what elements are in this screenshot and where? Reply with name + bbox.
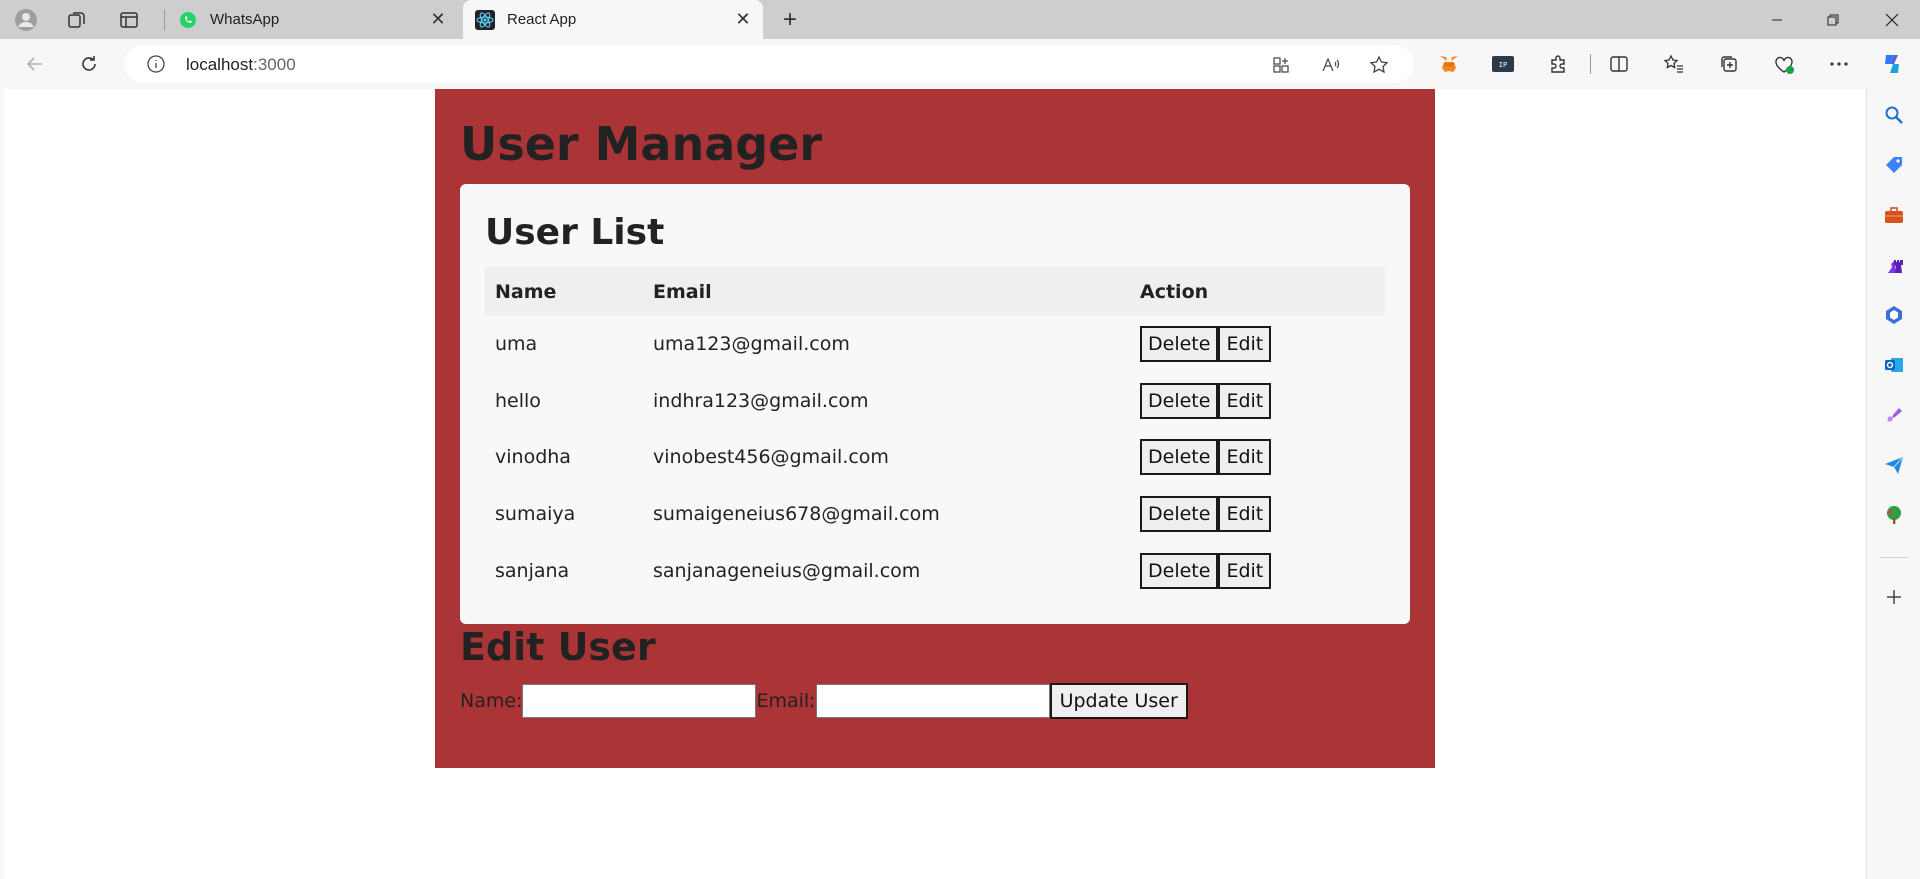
browser-toolbar: localhost:3000 IP (0, 39, 1920, 89)
column-header-email: Email (653, 280, 712, 303)
send-paper-plane-icon[interactable] (1882, 453, 1906, 477)
microsoft-365-icon[interactable] (1882, 303, 1906, 327)
user-name-cell: uma (495, 333, 538, 356)
delete-button[interactable]: Delete (1140, 326, 1219, 363)
address-bar[interactable]: localhost:3000 (124, 45, 1414, 83)
tab-title: WhatsApp (210, 11, 280, 28)
delete-button[interactable]: Delete (1140, 552, 1219, 589)
add-sidebar-app-icon[interactable] (1882, 585, 1906, 609)
minimize-icon[interactable] (1749, 0, 1805, 39)
user-email-cell: sumaigeneius678@gmail.com (653, 503, 940, 526)
address-url: localhost:3000 (186, 55, 296, 74)
extensions-puzzle-icon[interactable] (1545, 51, 1571, 77)
edge-sidebar (1866, 89, 1920, 879)
profile-avatar-icon[interactable] (14, 8, 38, 32)
search-icon[interactable] (1882, 103, 1906, 127)
close-tab-icon[interactable]: ✕ (733, 9, 753, 30)
react-icon (475, 9, 495, 30)
user-email-cell: sanjanageneius@gmail.com (653, 559, 921, 582)
outlook-icon[interactable] (1882, 353, 1906, 377)
edit-user-title: Edit User (460, 625, 656, 669)
user-name-cell: hello (495, 389, 541, 412)
table-row: sumaiya sumaigeneius678@gmail.com Delete… (485, 486, 1385, 543)
site-info-icon[interactable] (146, 54, 166, 74)
table-row: vinodha vinobest456@gmail.com Delete Edit (485, 429, 1385, 486)
user-table: Name Email Action uma uma123@gmail.com D… (485, 267, 1385, 599)
user-name-cell: sumaiya (495, 503, 576, 526)
close-window-icon[interactable] (1864, 0, 1920, 39)
shopping-tag-icon[interactable] (1882, 153, 1906, 177)
tab-title: React App (507, 11, 577, 28)
copilot-icon[interactable] (1879, 51, 1905, 77)
user-action-cell: Delete Edit (1130, 429, 1385, 486)
name-label: Name: (460, 690, 523, 712)
user-name-cell: vinodha (495, 446, 571, 469)
user-email-cell: indhra123@gmail.com (653, 389, 869, 412)
edit-button[interactable]: Edit (1218, 382, 1272, 419)
tab-whatsapp[interactable]: WhatsApp ✕ (166, 0, 458, 39)
vertical-tabs-icon[interactable] (117, 8, 141, 32)
edit-button[interactable]: Edit (1218, 439, 1272, 476)
whatsapp-icon (178, 10, 198, 30)
user-email-cell: vinobest456@gmail.com (653, 446, 889, 469)
new-tab-icon[interactable]: + (776, 6, 804, 34)
more-options-icon[interactable] (1826, 51, 1852, 77)
refresh-icon[interactable] (75, 50, 103, 78)
close-tab-icon[interactable]: ✕ (428, 9, 448, 30)
column-header-action: Action (1140, 280, 1209, 303)
sidebar-separator (1879, 557, 1909, 558)
designer-icon[interactable] (1882, 403, 1906, 427)
tab-react-app[interactable]: React App ✕ (463, 0, 763, 39)
edit-user-form: Name: Email: Update User (460, 683, 1188, 719)
user-action-cell: Delete Edit (1130, 316, 1385, 373)
favorite-star-icon[interactable] (1368, 54, 1390, 76)
table-row: uma uma123@gmail.com Delete Edit (485, 316, 1385, 373)
email-label: Email: (756, 690, 816, 712)
table-row: sanjana sanjanageneius@gmail.com Delete E… (485, 542, 1385, 599)
workspaces-icon[interactable] (65, 8, 89, 32)
user-action-cell: Delete Edit (1130, 542, 1385, 599)
user-list-card: User List Name Email Action uma uma123@g… (460, 184, 1410, 624)
read-aloud-icon[interactable] (1320, 54, 1342, 76)
edit-button[interactable]: Edit (1218, 326, 1272, 363)
delete-button[interactable]: Delete (1140, 496, 1219, 533)
user-action-cell: Delete Edit (1130, 486, 1385, 543)
delete-button[interactable]: Delete (1140, 439, 1219, 476)
tab-strip: WhatsApp ✕ React App ✕ + (0, 0, 1920, 39)
edit-button[interactable]: Edit (1218, 496, 1272, 533)
name-field[interactable] (522, 684, 757, 718)
browser-essentials-icon[interactable] (1771, 51, 1797, 77)
column-header-name: Name (495, 280, 557, 303)
ipv-extension-icon[interactable]: IP (1490, 51, 1516, 77)
metamask-extension-icon[interactable] (1436, 51, 1462, 77)
user-action-cell: Delete Edit (1130, 373, 1385, 430)
collections-icon[interactable] (1716, 51, 1742, 77)
user-name-cell: sanjana (495, 559, 570, 582)
app-available-icon[interactable] (1270, 54, 1292, 76)
email-field[interactable] (815, 684, 1050, 718)
tools-briefcase-icon[interactable] (1882, 203, 1906, 227)
games-chess-icon[interactable] (1882, 253, 1906, 277)
user-manager-app: User Manager User List Name Email Action… (435, 89, 1435, 768)
update-user-button[interactable]: Update User (1049, 683, 1188, 719)
table-row: hello indhra123@gmail.com Delete Edit (485, 373, 1385, 430)
toolbar-separator (1590, 54, 1591, 74)
tab-separator (164, 10, 165, 30)
edit-button[interactable]: Edit (1218, 552, 1272, 589)
table-header-row: Name Email Action (485, 267, 1385, 316)
restore-icon[interactable] (1805, 0, 1861, 39)
svg-text:IP: IP (1499, 61, 1507, 69)
user-email-cell: uma123@gmail.com (653, 333, 850, 356)
back-arrow-icon[interactable] (21, 50, 49, 78)
page-title: User Manager (460, 117, 823, 171)
user-list-title: User List (485, 212, 665, 253)
tree-icon[interactable] (1882, 503, 1906, 527)
split-screen-icon[interactable] (1606, 51, 1632, 77)
delete-button[interactable]: Delete (1140, 382, 1219, 419)
favorites-list-icon[interactable] (1661, 51, 1687, 77)
